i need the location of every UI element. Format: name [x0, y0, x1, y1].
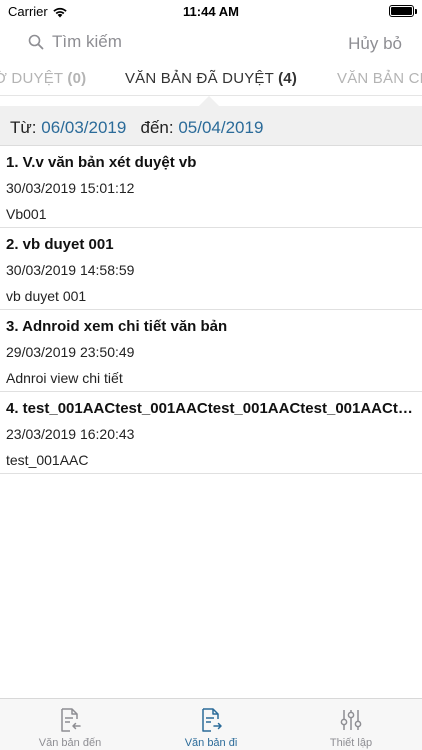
list-item[interactable]: 4. test_001AACtest_001AACtest_001AACtest… — [0, 392, 422, 474]
bottom-tab-settings[interactable]: Thiết lập — [281, 699, 421, 750]
status-bar: Carrier 11:44 AM — [0, 0, 422, 22]
battery-icon — [389, 5, 417, 17]
search-input[interactable]: Tìm kiếm — [28, 32, 122, 52]
list-item[interactable]: 2. vb duyet 001 30/03/2019 14:58:59 vb d… — [0, 228, 422, 310]
from-date[interactable]: 06/03/2019 — [41, 118, 126, 137]
document-out-icon — [202, 708, 222, 732]
to-date[interactable]: 05/04/2019 — [178, 118, 263, 137]
from-label: Từ: — [10, 118, 37, 137]
list-item[interactable]: 3. Adnroid xem chi tiết văn bản 29/03/20… — [0, 310, 422, 392]
status-time: 11:44 AM — [183, 4, 239, 19]
tab-approved-label: VĂN BẢN ĐÃ DUYỆT — [124, 70, 274, 87]
document-description: vb duyet 001 — [6, 288, 87, 304]
document-datetime: 30/03/2019 14:58:59 — [6, 262, 135, 278]
search-icon — [28, 34, 44, 50]
bottom-tab-incoming-label: Văn bản đến — [38, 737, 102, 749]
to-label: đến: — [140, 118, 174, 137]
document-datetime: 29/03/2019 23:50:49 — [6, 344, 135, 360]
document-description: test_001AAC — [6, 452, 89, 468]
document-list: 1. V.v văn bản xét duyệt vb 30/03/2019 1… — [0, 146, 422, 474]
document-datetime: 23/03/2019 16:20:43 — [6, 426, 135, 442]
document-title: 3. Adnroid xem chi tiết văn bản — [6, 318, 228, 335]
document-status-tabs: Ờ DUYỆT (0) VĂN BẢN ĐÃ DUYỆT (4) VĂN BẢN… — [0, 64, 422, 96]
document-title: 4. test_001AACtest_001AACtest_001AACtest… — [6, 400, 416, 417]
list-item[interactable]: 1. V.v văn bản xét duyệt vb 30/03/2019 1… — [0, 146, 422, 228]
bottom-tab-settings-label: Thiết lập — [329, 737, 373, 749]
document-title: 1. V.v văn bản xét duyệt vb — [6, 154, 197, 171]
cancel-button[interactable]: Hủy bỏ — [348, 34, 402, 54]
document-datetime: 30/03/2019 15:01:12 — [6, 180, 135, 196]
date-range: Từ: 06/03/2019 đến: 05/04/2019 — [10, 118, 263, 138]
tab-approved-count: (4) — [278, 70, 298, 87]
bottom-tab-outgoing[interactable]: Văn bản đi — [141, 699, 281, 750]
document-description: Vb001 — [6, 206, 47, 222]
search-bar: Tìm kiếm Hủy bỏ — [0, 24, 422, 64]
document-title: 2. vb duyet 001 — [6, 236, 114, 253]
tab-next-label: VĂN BẢN CH — [337, 70, 422, 87]
bottom-tab-bar: Văn bản đến Văn bản đi Thiết lập — [0, 698, 422, 750]
bottom-tab-outgoing-label: Văn bản đi — [184, 737, 238, 749]
document-description: Adnroi view chi tiết — [6, 370, 123, 386]
bottom-tab-incoming[interactable]: Văn bản đến — [0, 699, 140, 750]
tab-indicator-pointer — [199, 96, 219, 106]
date-filter-bar: Từ: 06/03/2019 đến: 05/04/2019 — [0, 106, 422, 146]
tab-next[interactable]: VĂN BẢN CH — [337, 70, 422, 87]
document-in-icon — [61, 708, 81, 732]
sliders-icon — [340, 710, 362, 730]
search-placeholder: Tìm kiếm — [52, 32, 122, 51]
